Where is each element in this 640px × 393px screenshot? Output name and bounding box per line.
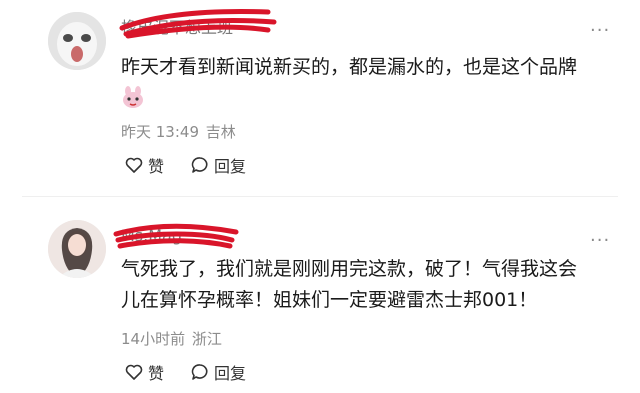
reply-label: 回复 [214, 364, 247, 383]
timestamp: 14小时前 [121, 330, 186, 348]
rabbit-emoji-icon [121, 86, 145, 110]
heart-icon [125, 364, 143, 380]
like-label: 赞 [148, 364, 165, 383]
divider [22, 196, 618, 197]
reply-button[interactable]: 回复 [190, 153, 246, 177]
avatar-image [48, 12, 106, 70]
comment-meta: 14小时前 浙江 [121, 328, 222, 349]
comment-text-line-1: 气死我了，我们就是刚刚用完这款，破了！气得我这会 [121, 258, 578, 280]
reply-icon [191, 364, 208, 380]
comment-actions: 赞 回复 [124, 153, 246, 177]
more-options-icon[interactable]: ··· [590, 22, 610, 40]
username[interactable]: Ms.Mag [121, 226, 182, 245]
avatar[interactable] [48, 12, 106, 70]
like-label: 赞 [148, 157, 165, 176]
timestamp: 昨天 13:49 [121, 123, 199, 141]
location: 吉林 [205, 123, 236, 141]
comment-text-line-2: 儿在算怀孕概率！姐妹们一定要避雷杰士邦001！ [121, 289, 538, 311]
comment-2: Ms.Mag ··· 气死我了，我们就是刚刚用完这款，破了！气得我这会 儿在算怀… [0, 200, 640, 393]
avatar-image [48, 220, 106, 278]
comment-text: 昨天才看到新闻说新买的，都是漏水的，也是这个品牌 [121, 56, 578, 78]
comment-1: 橡皮泥不想上班 ··· 昨天才看到新闻说新买的，都是漏水的，也是这个品牌 昨天 … [0, 0, 640, 190]
reply-label: 回复 [214, 157, 247, 176]
heart-icon [125, 157, 143, 173]
username[interactable]: 橡皮泥不想上班 [121, 14, 233, 38]
reply-icon [191, 157, 208, 173]
more-options-icon[interactable]: ··· [590, 232, 610, 250]
reply-button[interactable]: 回复 [190, 360, 246, 384]
like-button[interactable]: 赞 [124, 360, 164, 384]
comment-actions: 赞 回复 [124, 360, 246, 384]
like-button[interactable]: 赞 [124, 153, 164, 177]
avatar[interactable] [48, 220, 106, 278]
comment-meta: 昨天 13:49 吉林 [121, 121, 236, 142]
location: 浙江 [191, 330, 222, 348]
